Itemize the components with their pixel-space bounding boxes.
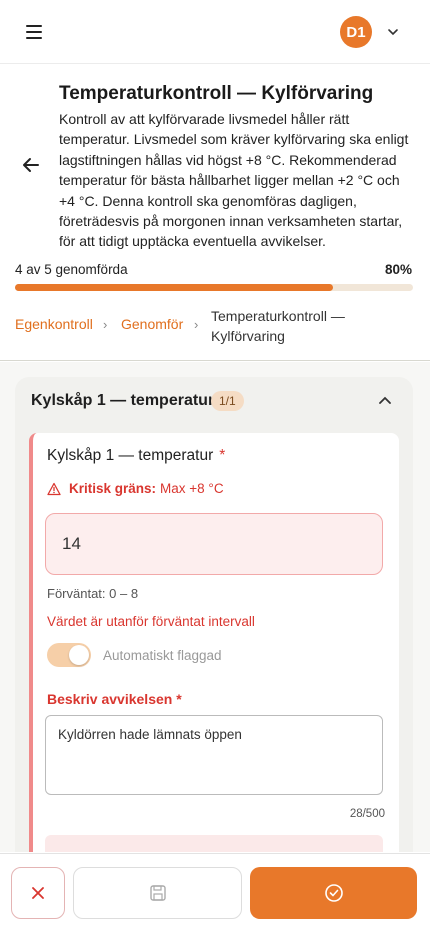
breadcrumb-genomfor[interactable]: Genomför xyxy=(121,316,183,332)
section-count-badge: 1/1 xyxy=(211,391,244,411)
critical-limit-label: Kritisk gräns: xyxy=(69,481,157,496)
main-content: Kylskåp 1 — temperatur 1/1 Kylskåp 1 — t… xyxy=(0,362,430,852)
auto-flag-toggle[interactable] xyxy=(47,643,91,667)
save-icon xyxy=(149,885,166,901)
avatar[interactable]: D1 xyxy=(340,16,372,48)
top-bar: D1 xyxy=(0,0,430,64)
breadcrumb-separator: › xyxy=(103,317,108,332)
close-icon xyxy=(32,887,44,899)
next-field-partial xyxy=(45,835,383,852)
deviation-label: Beskriv avvikelsen * xyxy=(47,691,182,707)
submit-button[interactable] xyxy=(250,867,417,919)
progress-label: 4 av 5 genomförda xyxy=(15,262,128,277)
page-title: Temperaturkontroll — Kylförvaring xyxy=(59,83,374,104)
arrow-left-icon[interactable] xyxy=(20,154,42,176)
save-draft-button[interactable] xyxy=(73,867,242,919)
menu-icon[interactable] xyxy=(24,22,46,42)
deviation-textarea[interactable]: Kyldörren hade lämnats öppen xyxy=(45,715,383,795)
section-header[interactable]: Kylskåp 1 — temperatur 1/1 xyxy=(15,377,413,424)
chevron-up-icon[interactable] xyxy=(377,393,393,409)
page-header: Temperaturkontroll — Kylförvaring Kontro… xyxy=(0,64,430,361)
section-title: Kylskåp 1 — temperatur xyxy=(31,392,215,409)
out-of-range-warning: Värdet är utanför förväntat intervall xyxy=(47,614,255,629)
expected-range: Förväntat: 0 – 8 xyxy=(47,586,139,601)
required-marker: * xyxy=(219,447,226,464)
breadcrumb-current: Temperaturkontroll — Kylförvaring xyxy=(211,308,345,344)
temperature-input[interactable] xyxy=(45,513,383,575)
section-panel: Kylskåp 1 — temperatur 1/1 Kylskåp 1 — t… xyxy=(15,377,413,852)
critical-limit-value: Max +8 °C xyxy=(160,481,224,496)
bottom-action-bar xyxy=(0,853,430,925)
auto-flag-label: Automatiskt flaggad xyxy=(103,648,222,663)
question-card: Kylskåp 1 — temperatur * Kritisk gräns: M… xyxy=(29,433,399,852)
character-counter: 28/500 xyxy=(349,808,385,820)
user-menu[interactable]: D1 xyxy=(340,16,400,48)
page-description: Kontroll av att kylförvarade livsmedel h… xyxy=(59,111,409,250)
cancel-button[interactable] xyxy=(11,867,65,919)
toggle-knob xyxy=(69,645,89,665)
progress-percent: 80% xyxy=(384,262,412,277)
progress-bar xyxy=(15,284,413,291)
critical-limit: Kritisk gräns: Max +8 °C xyxy=(47,481,224,496)
question-title: Kylskåp 1 — temperatur * xyxy=(47,447,225,465)
chevron-down-icon xyxy=(388,29,398,36)
question-title-text: Kylskåp 1 — temperatur xyxy=(47,447,214,464)
breadcrumb-egenkontroll[interactable]: Egenkontroll xyxy=(15,316,93,332)
breadcrumb-separator: › xyxy=(194,317,199,332)
progress-fill xyxy=(15,284,334,291)
check-circle-icon xyxy=(324,884,343,902)
warning-icon xyxy=(47,482,61,495)
